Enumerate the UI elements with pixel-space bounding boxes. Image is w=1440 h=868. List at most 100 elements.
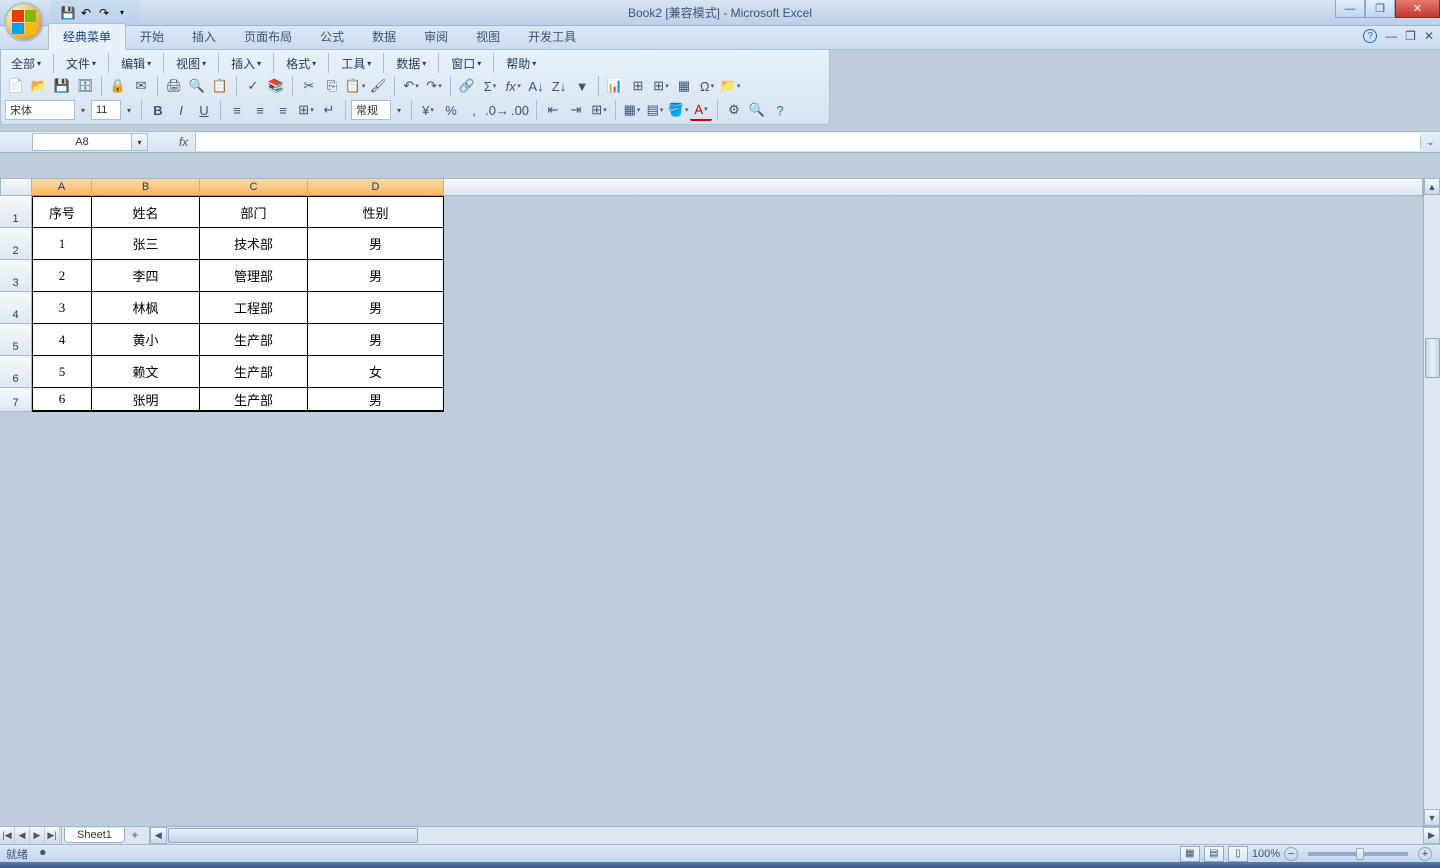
cell-C5[interactable]: 生产部 xyxy=(200,324,308,356)
hscroll-thumb[interactable] xyxy=(168,828,418,843)
ribbon-tab-view[interactable]: 视图 xyxy=(462,24,514,49)
vscroll-thumb[interactable] xyxy=(1425,338,1440,378)
sortasc-icon[interactable]: A↓ xyxy=(525,75,547,97)
menu-all[interactable]: 全部▾ xyxy=(5,53,47,74)
ribbon-tab-data[interactable]: 数据 xyxy=(358,24,410,49)
zoom-in-button[interactable]: + xyxy=(1418,847,1432,861)
zoom-level[interactable]: 100% xyxy=(1252,848,1280,860)
namebox-dropdown-icon[interactable]: ▾ xyxy=(132,133,148,151)
cell-B3[interactable]: 李四 xyxy=(92,260,200,292)
currency-icon[interactable]: ¥▾ xyxy=(417,99,439,121)
cell-A4[interactable]: 3 xyxy=(32,292,92,324)
pivottable-icon[interactable]: ⊞ xyxy=(627,75,649,97)
col-header-B[interactable]: B xyxy=(92,178,200,196)
fillcolor-icon[interactable]: 🪣▾ xyxy=(667,99,689,121)
condformat-icon[interactable]: ▤▾ xyxy=(644,99,666,121)
close-button[interactable]: ✕ xyxy=(1395,0,1440,18)
qat-dropdown-icon[interactable]: ▾ xyxy=(114,5,130,21)
increaseindent-icon[interactable]: ⇥ xyxy=(565,99,587,121)
horizontal-scrollbar[interactable]: ◀ ▶ xyxy=(149,827,1440,844)
sheet-next-icon[interactable]: ▶ xyxy=(30,827,45,844)
row-header-6[interactable]: 6 xyxy=(0,356,32,388)
col-header-D[interactable]: D xyxy=(308,178,444,196)
row-header-1[interactable]: 1 xyxy=(0,196,32,228)
formula-input[interactable] xyxy=(196,133,1420,151)
menu-file[interactable]: 文件▾ xyxy=(60,53,102,74)
zoom-out-button[interactable]: − xyxy=(1284,847,1298,861)
cell-B2[interactable]: 张三 xyxy=(92,228,200,260)
zoom-thumb[interactable] xyxy=(1356,848,1364,860)
cell-A6[interactable]: 5 xyxy=(32,356,92,388)
help-icon[interactable]: ? xyxy=(769,99,791,121)
undo-icon[interactable]: ↶ xyxy=(78,5,94,21)
menu-data[interactable]: 数据▾ xyxy=(390,53,432,74)
sheet-last-icon[interactable]: ▶| xyxy=(45,827,60,844)
office-button[interactable] xyxy=(4,2,44,42)
ribbon-tab-developer[interactable]: 开发工具 xyxy=(514,24,590,49)
save-icon[interactable]: 💾 xyxy=(60,5,76,21)
cell-D5[interactable]: 男 xyxy=(308,324,444,356)
menu-edit[interactable]: 编辑▾ xyxy=(115,53,157,74)
pagebreak-view-icon[interactable]: ▯ xyxy=(1228,846,1248,862)
object-icon[interactable]: 📁▾ xyxy=(719,75,741,97)
row-header-3[interactable]: 3 xyxy=(0,260,32,292)
scroll-right-icon[interactable]: ▶ xyxy=(1423,827,1440,844)
menu-format[interactable]: 格式▾ xyxy=(280,53,322,74)
bold-button[interactable]: B xyxy=(147,99,169,121)
ribbon-tab-review[interactable]: 审阅 xyxy=(410,24,462,49)
redo-icon[interactable]: ↷▾ xyxy=(423,75,445,97)
menu-insert[interactable]: 插入▾ xyxy=(225,53,267,74)
print-icon[interactable]: 🖨 xyxy=(163,75,185,97)
cell-B7[interactable]: 张明 xyxy=(92,388,200,412)
underline-button[interactable]: U xyxy=(193,99,215,121)
cell-A1[interactable]: 序号 xyxy=(32,196,92,228)
new-icon[interactable]: 📄 xyxy=(5,75,27,97)
borders-icon[interactable]: ⊞▾ xyxy=(588,99,610,121)
cell-B4[interactable]: 林枫 xyxy=(92,292,200,324)
formatpainter-icon[interactable]: 🖌 xyxy=(367,75,389,97)
email-icon[interactable]: ✉ xyxy=(130,75,152,97)
menu-tools[interactable]: 工具▾ xyxy=(335,53,377,74)
cell-B5[interactable]: 黄小 xyxy=(92,324,200,356)
cell-D4[interactable]: 男 xyxy=(308,292,444,324)
scroll-down-icon[interactable]: ▼ xyxy=(1424,809,1440,826)
macro-record-icon[interactable]: ⏺ xyxy=(40,847,46,860)
research-icon[interactable]: 📚 xyxy=(265,75,287,97)
zoom-slider[interactable] xyxy=(1308,852,1408,856)
cell-D7[interactable]: 男 xyxy=(308,388,444,412)
cell-C4[interactable]: 工程部 xyxy=(200,292,308,324)
select-all-corner[interactable] xyxy=(0,178,32,196)
fontcolor-icon[interactable]: A▾ xyxy=(690,99,712,121)
col-header-A[interactable]: A xyxy=(32,178,92,196)
vertical-scrollbar[interactable]: ▲ ▼ xyxy=(1423,178,1440,826)
alignleft-icon[interactable]: ≡ xyxy=(226,99,248,121)
ribbon-tab-pagelayout[interactable]: 页面布局 xyxy=(230,24,306,49)
hyperlink-icon[interactable]: 🔗 xyxy=(456,75,478,97)
numfmt-dropdown-icon[interactable]: ▾ xyxy=(392,99,406,121)
paste-icon[interactable]: 📋▾ xyxy=(344,75,366,97)
doc-restore-button[interactable]: ❐ xyxy=(1405,29,1416,43)
sheet-prev-icon[interactable]: ◀ xyxy=(15,827,30,844)
zoom-icon[interactable]: 🔍 xyxy=(746,99,768,121)
scroll-left-icon[interactable]: ◀ xyxy=(150,827,167,844)
col-header-C[interactable]: C xyxy=(200,178,308,196)
alignright-icon[interactable]: ≡ xyxy=(272,99,294,121)
spellcheck-icon[interactable]: ✓ xyxy=(242,75,264,97)
name-box[interactable] xyxy=(32,133,132,151)
size-dropdown-icon[interactable]: ▾ xyxy=(122,99,136,121)
menu-view[interactable]: 视图▾ xyxy=(170,53,212,74)
italic-button[interactable]: I xyxy=(170,99,192,121)
minimize-button[interactable]: — xyxy=(1335,0,1365,18)
cut-icon[interactable]: ✂ xyxy=(298,75,320,97)
maximize-button[interactable]: ❐ xyxy=(1365,0,1395,18)
wrap-icon[interactable]: ↵ xyxy=(318,99,340,121)
sheet-tab-1[interactable]: Sheet1 xyxy=(64,828,125,843)
autosum-icon[interactable]: Σ▾ xyxy=(479,75,501,97)
doc-minimize-button[interactable]: — xyxy=(1385,29,1397,43)
cell-B6[interactable]: 赖文 xyxy=(92,356,200,388)
font-size-input[interactable] xyxy=(91,100,121,120)
insert-sheet-icon[interactable]: ✦ xyxy=(125,829,145,842)
cellstyles-icon[interactable]: ▦▾ xyxy=(621,99,643,121)
row-header-5[interactable]: 5 xyxy=(0,324,32,356)
ribbon-tab-formulas[interactable]: 公式 xyxy=(306,24,358,49)
